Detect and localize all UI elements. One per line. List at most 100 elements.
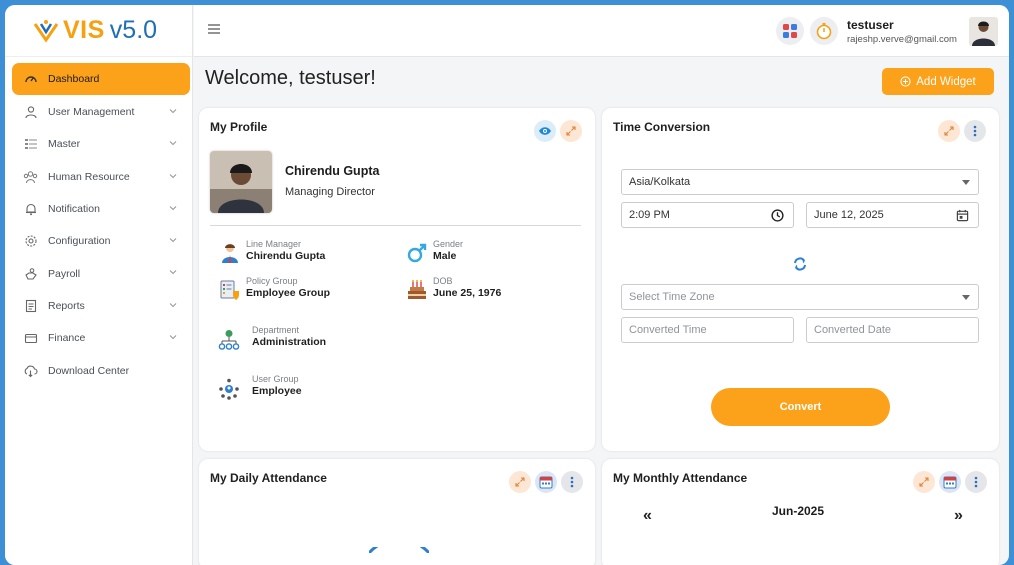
add-widget-label: Add Widget (916, 75, 976, 88)
time-conversion-card: Time Conversion Asia/Kolkata 2:09 PM Jun… (602, 108, 999, 451)
sidebar-item-finance[interactable]: Finance (5, 322, 192, 354)
sidebar-item-dashboard[interactable]: Dashboard (12, 63, 190, 95)
user-icon (23, 105, 38, 120)
policy-group-icon (220, 280, 239, 300)
target-timezone-placeholder: Select Time Zone (629, 291, 715, 303)
logo-mark-icon (33, 19, 59, 43)
calendar-icon (539, 476, 553, 489)
avatar[interactable] (969, 17, 998, 46)
current-month: Jun-2025 (772, 504, 825, 518)
field-label: Department (252, 325, 300, 335)
more-vertical-icon (974, 476, 978, 488)
sidebar-item-payroll[interactable]: Payroll (5, 257, 192, 289)
top-header: testuser rajeshp.verve@gmail.com (194, 5, 1009, 57)
field-value: Employee Group (246, 287, 331, 299)
department-icon (218, 330, 240, 350)
sidebar-item-label: Master (48, 138, 81, 151)
calendar-icon[interactable] (956, 209, 969, 222)
cloud-download-icon (23, 363, 38, 378)
converted-date-placeholder: Converted Date (814, 324, 892, 336)
sidebar-item-label: Human Resource (48, 170, 130, 183)
field-label: DOB (433, 276, 453, 286)
department-field: Department Administration (252, 325, 326, 348)
sidebar-nav: Dashboard User Management Master Human R… (5, 57, 192, 387)
expand-monthly-attendance-button[interactable] (913, 471, 935, 493)
converted-time-placeholder: Converted Time (629, 324, 707, 336)
date-input[interactable]: June 12, 2025 (806, 202, 979, 228)
plus-circle-icon (900, 76, 911, 87)
daily-calendar-button[interactable] (535, 471, 557, 493)
more-options-button[interactable] (561, 471, 583, 493)
clock-icon[interactable] (771, 209, 784, 222)
profile-role: Managing Director (285, 186, 375, 198)
field-value: Male (433, 250, 457, 262)
more-options-button[interactable] (964, 120, 986, 142)
stopwatch-icon (816, 23, 832, 40)
chevron-down-icon (169, 335, 177, 340)
sidebar-item-label: Reports (48, 299, 85, 312)
logo-version: v5.0 (109, 16, 158, 44)
time-input[interactable]: 2:09 PM (621, 202, 794, 228)
report-icon (23, 298, 38, 313)
swap-refresh-icon[interactable] (792, 256, 808, 272)
eye-icon (539, 127, 551, 135)
converted-time-field[interactable]: Converted Time (621, 317, 794, 343)
more-options-button[interactable] (965, 471, 987, 493)
sidebar-item-configuration[interactable]: Configuration (5, 225, 192, 257)
expand-icon (566, 126, 576, 136)
timer-button[interactable] (810, 17, 838, 45)
sidebar-item-label: Finance (48, 332, 86, 345)
person-photo-icon (210, 151, 272, 213)
gear-icon (23, 234, 38, 249)
card-title: My Profile (210, 120, 268, 134)
gauge-icon (23, 72, 38, 87)
expand-icon (944, 126, 954, 136)
chevron-down-icon (169, 238, 177, 243)
manager-icon (222, 244, 238, 263)
card-title: Time Conversion (613, 120, 711, 134)
more-vertical-icon (973, 125, 977, 137)
apps-grid-icon (783, 24, 797, 38)
line-manager-field: Line Manager Chirendu Gupta (246, 239, 325, 262)
daily-attendance-card: My Daily Attendance (199, 459, 595, 565)
chevron-down-icon (169, 109, 177, 114)
sidebar-item-label: Payroll (48, 267, 81, 280)
sidebar-item-label: Notification (48, 203, 100, 216)
sidebar-item-user-management[interactable]: User Management (5, 96, 192, 128)
list-icon (23, 137, 38, 152)
sidebar-item-download-center[interactable]: Download Center (5, 354, 192, 386)
sidebar-item-label: Configuration (48, 235, 111, 248)
next-month-button[interactable]: » (954, 507, 963, 525)
timezone-select[interactable]: Asia/Kolkata (621, 169, 979, 195)
convert-button[interactable]: Convert (711, 388, 890, 426)
sidebar-item-human-resource[interactable]: Human Resource (5, 161, 192, 193)
previous-month-button[interactable]: « (643, 507, 652, 525)
gender-field: Gender Male (433, 239, 463, 262)
logo-text: VIS (63, 16, 105, 44)
user-name: testuser (847, 18, 894, 32)
field-value: June 25, 1976 (433, 287, 502, 299)
field-label: Gender (433, 239, 464, 249)
sidebar-item-notification[interactable]: Notification (5, 193, 192, 225)
convert-label: Convert (779, 401, 822, 413)
converted-date-field[interactable]: Converted Date (806, 317, 979, 343)
expand-time-conversion-button[interactable] (938, 120, 960, 142)
apps-grid-button[interactable] (776, 17, 804, 45)
calendar-icon (943, 476, 957, 489)
add-widget-button[interactable]: Add Widget (882, 68, 994, 95)
chevron-down-icon (169, 141, 177, 146)
birthday-cake-icon (408, 280, 426, 299)
card-title: My Monthly Attendance (613, 471, 748, 485)
view-profile-button[interactable] (534, 120, 556, 142)
my-profile-card: My Profile Chirendu Gupta Managing Direc… (199, 108, 595, 451)
sidebar-item-reports[interactable]: Reports (5, 290, 192, 322)
monthly-calendar-button[interactable] (939, 471, 961, 493)
expand-profile-button[interactable] (560, 120, 582, 142)
card-title: My Daily Attendance (210, 471, 327, 485)
male-icon (407, 243, 427, 263)
hamburger-menu-icon[interactable] (208, 23, 220, 35)
sidebar-item-master[interactable]: Master (5, 128, 192, 160)
expand-daily-attendance-button[interactable] (509, 471, 531, 493)
dropdown-caret-icon (962, 295, 970, 300)
target-timezone-select[interactable]: Select Time Zone (621, 284, 979, 310)
